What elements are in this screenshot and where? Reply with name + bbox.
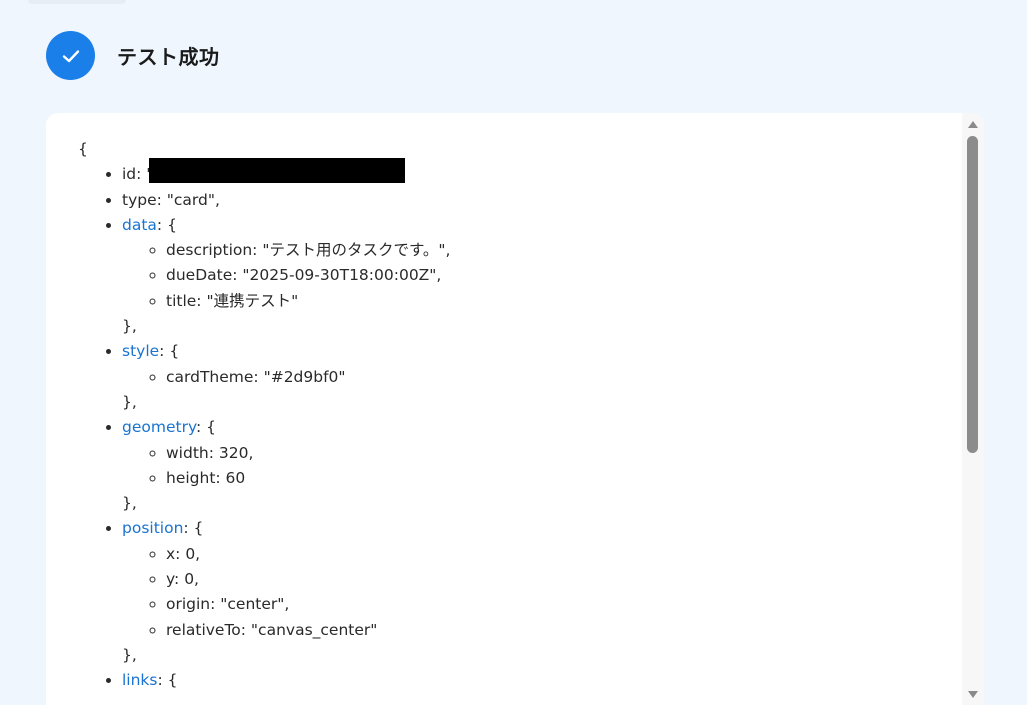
json-item-links: links: { — [122, 668, 962, 693]
json-item-width: width: 320, — [166, 441, 962, 466]
data-children: description: "テスト用のタスクです。", dueDate: "20… — [122, 238, 962, 314]
json-tree: { id: " type: "card", data: { descriptio… — [46, 113, 962, 705]
json-item-title: title: "連携テスト" — [166, 289, 962, 314]
json-item-style: style: { cardTheme: "#2d9bf0" }, — [122, 339, 962, 415]
style-children: cardTheme: "#2d9bf0" — [122, 365, 962, 390]
json-item-duedate: dueDate: "2025-09-30T18:00:00Z", — [166, 263, 962, 288]
geometry-key-link[interactable]: geometry — [122, 418, 196, 436]
json-item-position: position: { x: 0, y: 0, origin: "center"… — [122, 516, 962, 668]
redacted-value — [149, 158, 406, 184]
scroll-up-arrow-icon[interactable] — [968, 121, 978, 128]
json-item-y: y: 0, — [166, 567, 962, 592]
geometry-children: width: 320, height: 60 — [122, 441, 962, 492]
geometry-close: }, — [122, 494, 137, 513]
data-close: }, — [122, 317, 137, 336]
vertical-scrollbar[interactable] — [962, 113, 984, 705]
style-close: }, — [122, 392, 137, 411]
position-children: x: 0, y: 0, origin: "center", relativeTo… — [122, 542, 962, 643]
json-item-geometry: geometry: { width: 320, height: 60 }, — [122, 415, 962, 516]
data-key-link[interactable]: data — [122, 216, 157, 234]
check-icon — [62, 49, 79, 62]
json-item-id: id: " — [122, 158, 962, 187]
success-badge — [46, 31, 95, 80]
result-header: テスト成功 — [46, 31, 220, 80]
position-key-link[interactable]: position — [122, 519, 183, 537]
links-key-link[interactable]: links — [122, 671, 158, 689]
json-item-description: description: "テスト用のタスクです。", — [166, 238, 962, 263]
scroll-thumb[interactable] — [967, 136, 978, 453]
json-root-list: id: " type: "card", data: { description:… — [78, 158, 962, 693]
json-item-x: x: 0, — [166, 542, 962, 567]
style-key-link[interactable]: style — [122, 342, 159, 360]
json-item-cardtheme: cardTheme: "#2d9bf0" — [166, 365, 962, 390]
json-item-height: height: 60 — [166, 466, 962, 491]
json-result-panel: { id: " type: "card", data: { descriptio… — [46, 113, 984, 705]
json-item-type: type: "card", — [122, 188, 962, 213]
scroll-down-arrow-icon[interactable] — [968, 691, 978, 698]
json-item-origin: origin: "center", — [166, 592, 962, 617]
json-item-data: data: { description: "テスト用のタスクです。", dueD… — [122, 213, 962, 339]
position-close: }, — [122, 645, 137, 664]
top-tab — [28, 0, 126, 4]
json-item-relativeto: relativeTo: "canvas_center" — [166, 618, 962, 643]
page-title: テスト成功 — [117, 45, 220, 69]
